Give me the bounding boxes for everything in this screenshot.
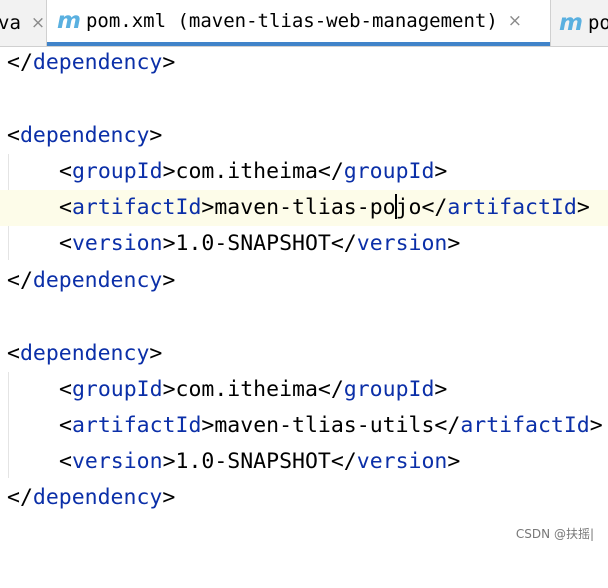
xml-tag-name: artifactId [460,413,590,438]
xml-bracket: > [149,341,163,366]
xml-tag-name: groupId [71,159,163,184]
code-line: <artifactId>maven-tlias-utils</artifactI… [0,408,608,444]
csdn-watermark: CSDN @扶摇| [515,527,594,541]
xml-value: com.itheima [175,159,318,184]
xml-tag-name: version [356,449,448,474]
xml-bracket: > [162,268,176,293]
xml-bracket: > [434,159,448,184]
xml-tag-name: artifactId [71,413,202,438]
xml-bracket: < [7,123,20,148]
code-line: <version>1.0-SNAPSHOT</version> [0,444,608,480]
xml-bracket: > [447,231,461,256]
xml-bracket: </ [317,159,344,184]
xml-tag-name: artifactId [71,195,202,220]
xml-value: 1.0-SNAPSHOT [175,449,331,474]
xml-tag-name: groupId [71,377,163,402]
tab-label: va [0,12,21,34]
xml-bracket: < [59,231,72,256]
xml-bracket: < [7,341,20,366]
xml-bracket: > [162,159,176,184]
code-editor[interactable]: </dependency> <dependency> <groupId>com.… [0,47,608,552]
xml-bracket: > [201,195,215,220]
xml-value: maven-tlias-utils [214,413,435,438]
xml-bracket: </ [7,50,33,75]
xml-bracket: < [59,159,72,184]
xml-tag-name: groupId [343,377,435,402]
tab-label: pom.xml (maven-tlias-web-management) [85,10,498,32]
xml-tag-name: version [71,449,163,474]
xml-bracket: </ [330,231,357,256]
code-line: </dependency> [0,480,608,516]
xml-bracket: > [434,377,448,402]
xml-value: 1.0-SNAPSHOT [175,231,331,256]
xml-bracket: > [162,231,176,256]
xml-bracket: < [59,449,72,474]
xml-bracket: > [162,377,176,402]
xml-tag-name: version [356,231,448,256]
xml-tag-name: dependency [19,341,150,366]
editor-tab-bar: va × m pom.xml (maven-tlias-web-manageme… [0,0,608,47]
tab-pom-other[interactable]: m po [551,0,608,46]
maven-m-icon: m [559,10,583,36]
xml-bracket: > [162,50,176,75]
xml-tag-name: dependency [32,50,163,75]
xml-bracket: < [59,377,72,402]
xml-bracket: </ [421,195,448,220]
xml-bracket: </ [7,268,33,293]
close-icon[interactable]: × [31,13,45,33]
code-line: <dependency> [0,336,608,372]
xml-bracket: > [162,449,176,474]
xml-value: maven-tlias-po [214,195,396,220]
xml-tag-name: dependency [19,123,150,148]
close-icon[interactable]: × [508,11,522,31]
xml-bracket: </ [317,377,344,402]
xml-bracket: </ [7,485,33,510]
xml-tag-name: artifactId [447,195,577,220]
xml-bracket: > [201,413,215,438]
xml-value: jo [395,195,422,220]
xml-tag-name: version [71,231,163,256]
tab-pom-xml[interactable]: m pom.xml (maven-tlias-web-management) × [47,0,550,46]
code-line-current: <artifactId>maven-tlias-pojo</artifactId… [0,190,608,226]
xml-tag-name: dependency [32,268,163,293]
xml-bracket: > [589,413,603,438]
xml-bracket: > [447,449,461,474]
xml-bracket: > [149,123,163,148]
tab-java-file[interactable]: va × [0,0,45,46]
xml-bracket: </ [434,413,461,438]
xml-bracket: > [576,195,590,220]
xml-bracket: < [59,195,72,220]
xml-bracket: > [162,485,176,510]
xml-bracket: </ [330,449,357,474]
code-line: <version>1.0-SNAPSHOT</version> [0,226,608,262]
maven-m-icon: m [57,8,81,34]
code-line: </dependency> [0,263,608,299]
code-line: </dependency> [0,45,608,81]
xml-tag-name: dependency [32,485,163,510]
code-line: <groupId>com.itheima</groupId> [0,372,608,408]
tab-label: po [587,12,608,34]
code-line: <dependency> [0,118,608,154]
code-line: <groupId>com.itheima</groupId> [0,154,608,190]
xml-bracket: < [59,413,72,438]
xml-value: com.itheima [175,377,318,402]
xml-tag-name: groupId [343,159,435,184]
